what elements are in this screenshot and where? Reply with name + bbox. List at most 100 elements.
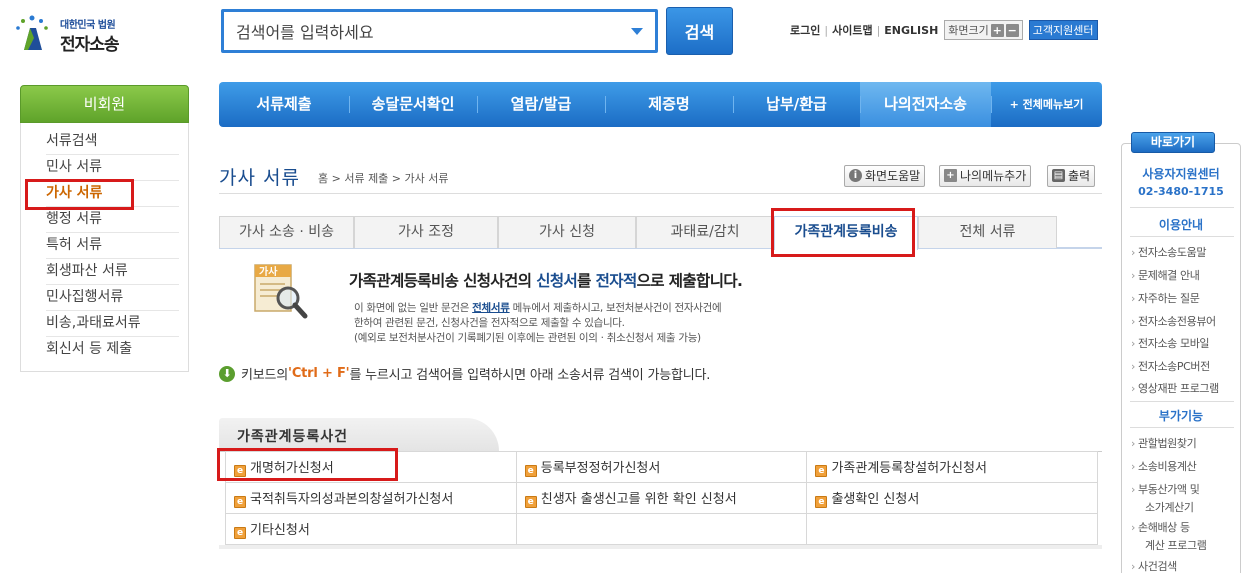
intro-title-highlight: 전자적 [595,272,638,290]
bullet-icon: › [1131,269,1135,282]
support-center-button[interactable]: 고객지원센터 [1028,20,1098,40]
zoom-out-button[interactable]: − [1005,23,1019,37]
quick-link[interactable]: › 관할법원찾기 [1131,436,1197,451]
quick-link-label: 손해배상 등 [1138,521,1190,534]
case-section-title: 가족관계등록사건 [237,429,349,445]
sidebar-item-civil-execution[interactable]: 민사집행서류 [46,285,179,311]
tab-fine-detention[interactable]: 과태료/감치 [636,216,774,248]
all-documents-link[interactable]: 전체서류 [472,302,510,314]
nav-tab-document-submit[interactable]: 서류제출 [219,82,349,127]
quick-links-button[interactable]: 바로가기 [1131,132,1215,153]
quick-link[interactable]: › 손해배상 등 [1131,520,1190,535]
nav-tab-service-check[interactable]: 송달문서확인 [349,82,477,127]
english-link[interactable]: ENGLISH [884,24,938,37]
guide-section-title: 이용안내 [1158,218,1204,232]
quick-link-continued[interactable]: 소가계산기 [1145,500,1194,515]
quick-link[interactable]: › 문제해결 안내 [1131,268,1200,283]
quick-link-label: 전자소송전용뷰어 [1138,315,1216,328]
sidebar-item-bankruptcy[interactable]: 회생파산 서류 [46,259,179,285]
court-logo[interactable]: 대한민국 법원 전자소송 [14,12,144,56]
login-link[interactable]: 로그인 [790,22,820,38]
sidebar-item-administrative[interactable]: 행정 서류 [46,207,179,233]
intro-desc-line: 이 화면에 없는 일반 문건은 전체서류 메뉴에서 제출하시고, 보전처분사건이… [354,301,722,316]
divider [1130,427,1234,428]
case-cell[interactable]: e 기타신청서 [225,513,517,545]
case-cell[interactable]: e 국적취득자의성과본의창설허가신청서 [225,482,517,514]
sidebar-item-civil[interactable]: 민사 서류 [46,155,179,181]
tip-key: 'Ctrl + F' [288,366,350,381]
intro-desc-text: 이 화면에 없는 일반 문건은 [354,302,473,314]
document-category-tabs: 가사 소송 · 비송 가사 조정 가사 신청 과태료/감치 가족관계등록비송 전… [219,216,1102,250]
quick-link[interactable]: › 전자소송PC버전 [1131,359,1210,374]
case-link[interactable]: 가족관계등록창설허가신청서 [831,461,986,476]
tip-text: 키보드의 [241,368,289,383]
sidebar-item-patent[interactable]: 특허 서류 [46,233,179,259]
divider: | [876,23,881,37]
nav-tab-my-lawsuit[interactable]: 나의전자소송 [860,82,991,127]
search-button[interactable]: 검색 [666,7,733,55]
case-link[interactable]: 국적취득자의성과본의창설허가신청서 [250,492,453,507]
bullet-icon: › [1131,560,1135,573]
highlight-box [771,208,915,257]
nav-tab-payment-refund[interactable]: 납부/환급 [733,82,860,127]
nav-all-menu-button[interactable]: + 전체메뉴보기 [991,82,1102,127]
quick-link[interactable]: › 소송비용계산 [1131,459,1197,474]
quick-link[interactable]: › 전자소송도움말 [1131,245,1206,260]
quick-link[interactable]: › 자주하는 질문 [1131,291,1200,306]
tip-text: 를 누르시고 검색어를 입력하시면 아래 소송서류 검색이 가능합니다. [349,368,711,383]
quick-link-label: 영상재판 프로그램 [1138,382,1219,395]
document-icon: e [234,527,246,539]
case-cell[interactable]: e 등록부정정허가신청서 [515,451,808,483]
search-input[interactable] [236,21,616,43]
sidebar-menu: 서류검색 민사 서류 가사 서류 행정 서류 특허 서류 회생파산 서류 민사집… [20,123,189,372]
case-link[interactable]: 출생확인 신청서 [831,492,919,507]
intro-title: 가족관계등록비송 신청사건의 신청서를 전자적으로 제출합니다. [349,269,743,291]
print-button[interactable]: ▤ 출력 [1047,165,1096,187]
sitemap-link[interactable]: 사이트맵 [832,22,872,38]
quick-link-label: 관할법원찾기 [1138,437,1197,450]
quick-link[interactable]: › 영상재판 프로그램 [1131,381,1219,396]
add-my-menu-button[interactable]: + 나의메뉴추가 [939,165,1032,187]
tab-family-litigation[interactable]: 가사 소송 · 비송 [219,216,354,248]
nav-tab-certificates[interactable]: 제증명 [605,82,733,127]
support-center-title[interactable]: 사용자지원센터 [1122,165,1240,182]
tab-all-documents[interactable]: 전체 서류 [918,216,1057,248]
help-button[interactable]: i 화면도움말 [844,165,926,187]
info-icon: i [849,169,862,182]
tab-family-application[interactable]: 가사 신청 [498,216,636,248]
tab-family-mediation[interactable]: 가사 조정 [354,216,498,248]
sidebar-header: 비회원 [20,85,189,123]
document-icon: e [524,496,537,508]
add-my-menu-label: 나의메뉴추가 [960,169,1027,183]
quick-link-label: 사건검색 [1138,560,1177,573]
divider [1130,401,1234,402]
quick-link[interactable]: › 전자소송 모바일 [1131,336,1210,351]
case-link[interactable]: 친생자 출생신고를 위한 확인 신청서 [541,492,737,507]
search-box [221,9,658,53]
printer-icon: ▤ [1052,169,1065,182]
quick-link-label: 소송비용계산 [1138,460,1197,473]
nav-tab-view-issue[interactable]: 열람/발급 [477,82,605,127]
quick-link-label: 전자소송 모바일 [1138,337,1210,350]
quick-link[interactable]: › 전자소송전용뷰어 [1131,314,1216,329]
case-cell[interactable]: e 친생자 출생신고를 위한 확인 신청서 [515,482,808,514]
sidebar-item-document-search[interactable]: 서류검색 [46,129,179,155]
case-cell[interactable]: e 가족관계등록창설허가신청서 [806,451,1098,483]
screen-size-label: 화면크기 [948,24,989,37]
case-link[interactable]: 기타신청서 [250,523,310,538]
divider: | [824,23,829,37]
chevron-down-icon[interactable] [631,28,643,35]
case-link[interactable]: 등록부정정허가신청서 [541,461,661,476]
sidebar-item-nonlitigation[interactable]: 비송,과태료서류 [46,311,179,337]
zoom-in-button[interactable]: + [990,23,1004,37]
table-row: e 기타신청서 [225,513,1098,545]
quick-link[interactable]: › 부동산가액 및 [1131,482,1200,497]
add-menu-icon: + [944,169,957,182]
divider [1130,236,1234,237]
download-arrow-icon: ⬇ [219,365,235,382]
sidebar-item-reply-submission[interactable]: 회신서 등 제출 [46,337,179,363]
case-cell [515,513,808,545]
case-cell[interactable]: e 출생확인 신청서 [806,482,1098,514]
quick-link-continued[interactable]: 계산 프로그램 [1145,538,1207,553]
quick-link[interactable]: › 사건검색 [1131,559,1177,573]
